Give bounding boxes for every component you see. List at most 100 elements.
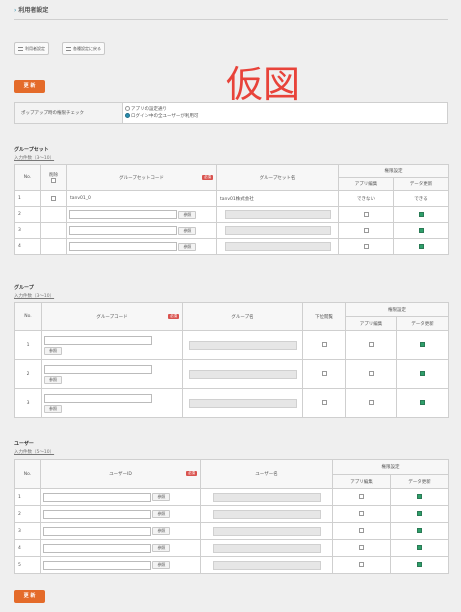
ref-button[interactable]: 参照 <box>44 375 62 384</box>
lower-view-checkbox[interactable] <box>321 342 327 347</box>
delete-all-checkbox[interactable] <box>51 177 56 183</box>
table-row: 1 参照 <box>14 488 449 506</box>
col-permission: 権限設定 <box>332 459 449 475</box>
group-name-field <box>188 340 297 350</box>
col-group-name: グループ名 <box>182 302 303 331</box>
data-update-checkbox[interactable] <box>417 562 422 567</box>
table-row: 4 参照 <box>14 238 449 255</box>
col-app-edit: アプリ編集 <box>332 474 391 489</box>
user-id-input[interactable] <box>43 560 151 570</box>
groupset-code-input[interactable] <box>69 226 177 235</box>
groupset-name-field <box>224 210 331 219</box>
app-edit-checkbox[interactable] <box>363 243 369 249</box>
radio-selected-icon[interactable] <box>125 113 130 118</box>
table-row: 2 参照 <box>14 505 449 523</box>
ref-button[interactable]: 参照 <box>44 346 62 355</box>
popup-option-app[interactable]: アプリの設定通り <box>125 106 447 113</box>
groupset-code-input[interactable] <box>69 210 177 219</box>
update-button-bottom[interactable]: 更 新 <box>14 590 45 603</box>
ref-button[interactable]: 参照 <box>178 242 197 251</box>
table-row: 3 参照 <box>14 522 449 540</box>
data-update-checkbox[interactable] <box>420 342 425 347</box>
group-name-field <box>188 398 297 408</box>
lower-view-checkbox[interactable] <box>321 400 327 405</box>
groupset-code-input[interactable] <box>69 242 177 251</box>
lower-view-checkbox[interactable] <box>321 371 327 376</box>
header-divider <box>14 19 448 20</box>
col-groupset-name: グループセット名 <box>216 164 339 191</box>
user-name-field <box>212 560 321 570</box>
app-edit-checkbox[interactable] <box>368 342 374 347</box>
col-data-update: データ更新 <box>390 474 449 489</box>
user-settings-button[interactable]: 利用者設定 <box>14 42 49 55</box>
placeholder-image-label: 仮図 <box>226 63 300 106</box>
ref-button[interactable]: 参照 <box>44 404 62 413</box>
group-title: グループ <box>14 285 34 291</box>
data-update-checkbox[interactable] <box>420 371 425 376</box>
user-id-input[interactable] <box>43 543 151 553</box>
page-title: › 利用者設定 <box>14 7 49 14</box>
ref-button[interactable]: 参照 <box>152 527 171 535</box>
ref-button[interactable]: 参照 <box>178 226 197 235</box>
data-update-checkbox[interactable] <box>417 528 422 533</box>
col-delete: 削除 <box>40 164 67 191</box>
data-update-checkbox[interactable] <box>417 511 422 516</box>
app-edit-checkbox[interactable] <box>368 371 374 376</box>
data-update-checkbox[interactable] <box>420 400 425 405</box>
popup-options: アプリの設定通り ログイン中の全ユーザーが利用可 <box>122 102 448 124</box>
app-edit-checkbox[interactable] <box>368 400 374 405</box>
ref-button[interactable]: 参照 <box>178 210 197 219</box>
col-app-edit: アプリ編集 <box>338 177 394 191</box>
group-code-input[interactable] <box>44 364 152 374</box>
radio-icon[interactable] <box>125 106 130 111</box>
app-edit-checkbox[interactable] <box>359 562 364 567</box>
ref-button[interactable]: 参照 <box>152 493 171 501</box>
chevron-right-icon: › <box>14 7 17 14</box>
user-name-field <box>212 492 321 502</box>
table-row: 1 参照 <box>14 330 449 360</box>
col-user-name: ユーザー名 <box>200 459 333 489</box>
delete-checkbox[interactable] <box>51 195 56 201</box>
ref-button[interactable]: 参照 <box>152 561 171 569</box>
table-row: 5 参照 <box>14 556 449 574</box>
group-table: No. グループコード 必須 グループ名 下位閲覧 権限設定 アプリ編集 データ更… <box>14 302 449 418</box>
col-data-update: データ更新 <box>396 316 449 331</box>
col-app-edit: アプリ編集 <box>345 316 397 331</box>
user-id-input[interactable] <box>43 509 151 519</box>
popup-option-all[interactable]: ログイン中の全ユーザーが利用可 <box>125 113 447 120</box>
update-button-top[interactable]: 更 新 <box>14 80 45 93</box>
table-row: 2 参照 <box>14 359 449 389</box>
app-edit-checkbox[interactable] <box>359 545 364 550</box>
col-no: No. <box>14 302 42 331</box>
group-code-input[interactable] <box>44 335 152 345</box>
user-id-input[interactable] <box>43 526 151 536</box>
app-edit-checkbox[interactable] <box>359 494 364 499</box>
app-edit-checkbox[interactable] <box>359 528 364 533</box>
data-update-checkbox[interactable] <box>417 545 422 550</box>
ref-button[interactable]: 参照 <box>152 544 171 552</box>
app-edit-checkbox[interactable] <box>363 211 369 217</box>
col-no: No. <box>14 164 41 191</box>
back-to-settings-button[interactable]: 各種設定に戻る <box>62 42 105 55</box>
data-update-checkbox[interactable] <box>418 211 424 217</box>
data-update-checkbox[interactable] <box>418 243 424 249</box>
user-table: No. ユーザーID 必須 ユーザー名 権限設定 アプリ編集 データ更新 1 参照… <box>14 459 449 574</box>
user-id-input[interactable] <box>43 492 151 502</box>
table-row: 2 参照 <box>14 206 449 223</box>
app-edit-checkbox[interactable] <box>363 227 369 233</box>
table-row: 4 参照 <box>14 539 449 557</box>
table-row: 3 参照 <box>14 388 449 418</box>
list-icon <box>18 47 23 51</box>
data-update-checkbox[interactable] <box>417 494 422 499</box>
data-update-checkbox[interactable] <box>418 227 424 233</box>
col-group-code: グループコード 必須 <box>41 302 183 331</box>
col-no: No. <box>14 459 41 489</box>
required-badge: 必須 <box>186 471 197 476</box>
app-edit-checkbox[interactable] <box>359 511 364 516</box>
ref-button[interactable]: 参照 <box>152 510 171 518</box>
group-code-input[interactable] <box>44 393 152 403</box>
groupset-name-field <box>224 226 331 235</box>
groupset-name-field <box>224 242 331 251</box>
list-icon <box>66 47 71 51</box>
popup-label: ポップアップ時の権限チェック <box>14 102 123 124</box>
